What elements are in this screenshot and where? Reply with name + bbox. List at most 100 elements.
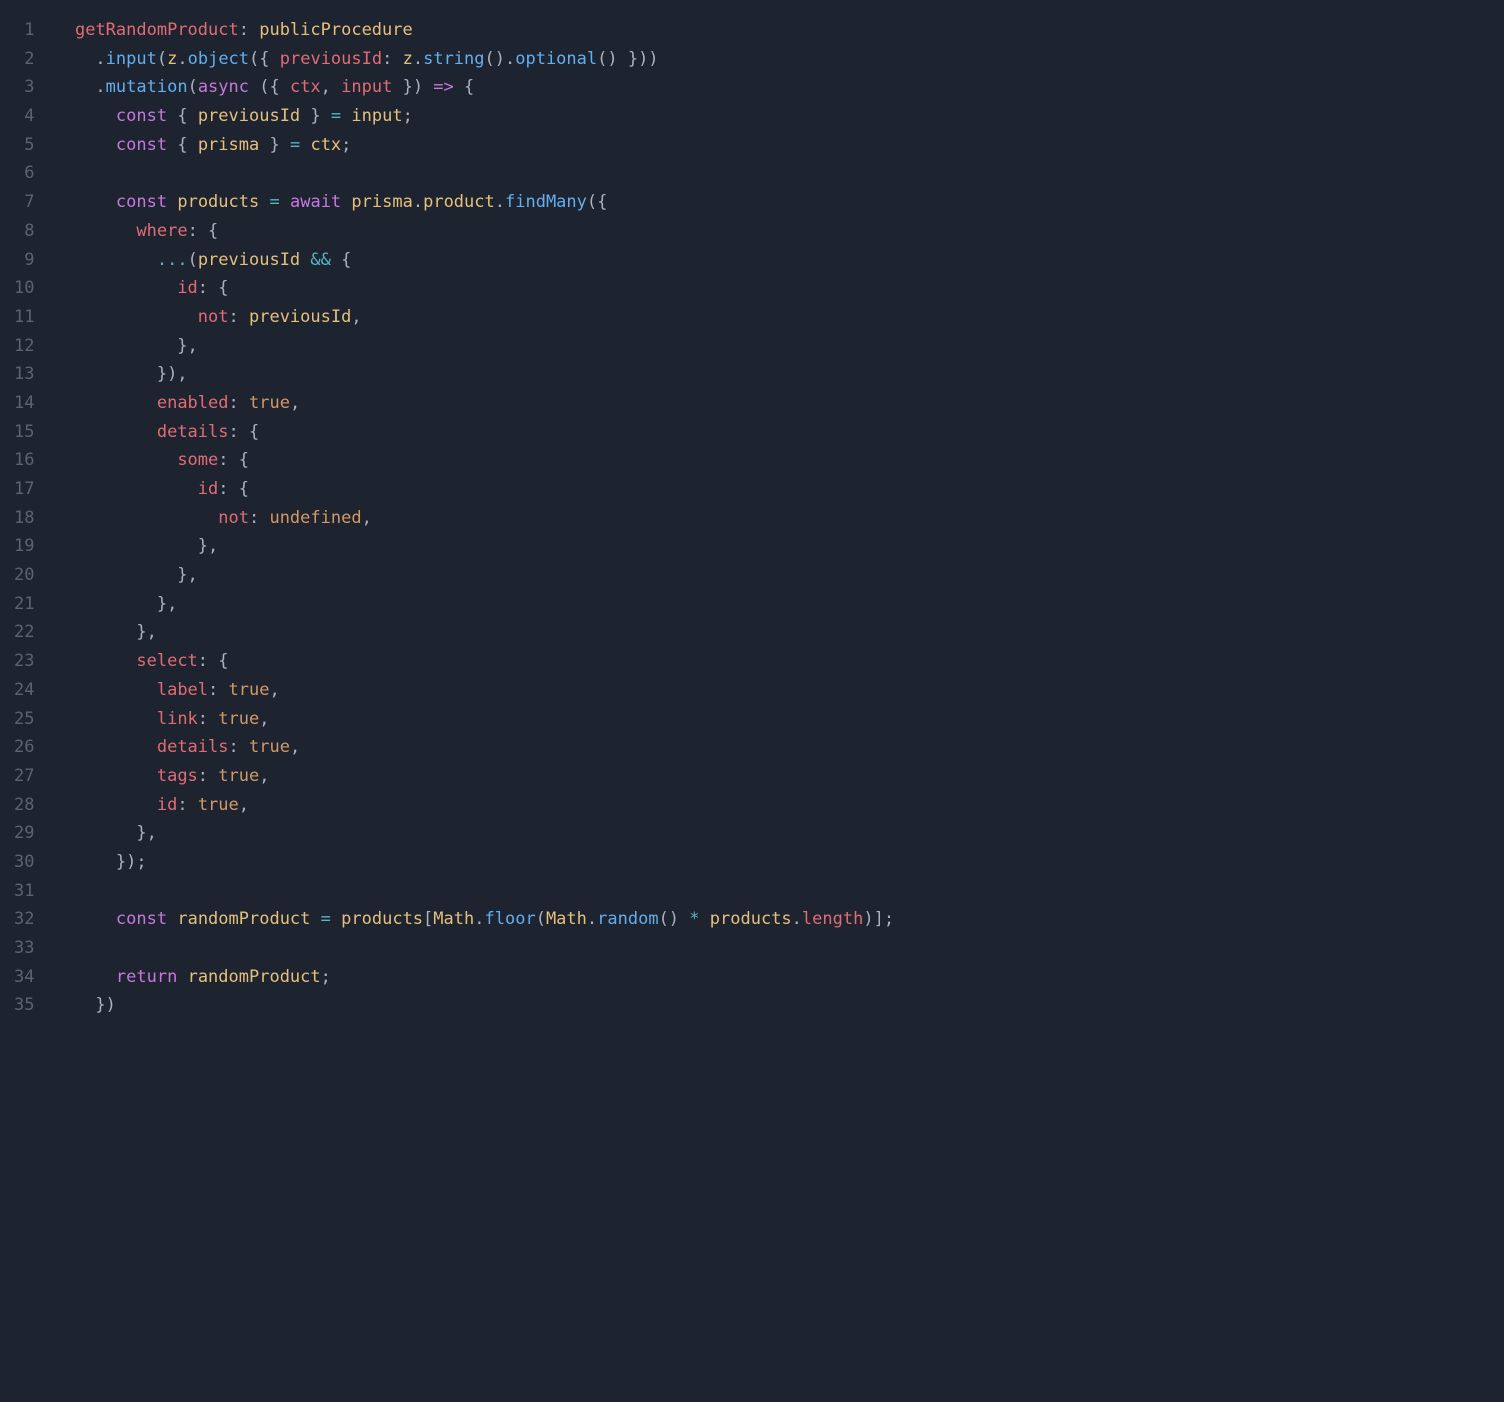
code-editor[interactable]: 1234567891011121314151617181920212223242… [0,16,1504,1020]
code-line[interactable]: select: { [54,647,1504,676]
line-number: 21 [14,590,34,619]
code-token: prisma [198,135,259,155]
code-line[interactable]: const products = await prisma.product.fi… [54,188,1504,217]
code-line[interactable]: getRandomProduct: publicProcedure [54,16,1504,45]
code-token: not [218,508,249,528]
code-line[interactable] [54,934,1504,963]
code-token: , [259,766,269,786]
code-token: }) [54,995,115,1015]
code-line[interactable] [54,159,1504,188]
code-token: mutation [106,77,188,97]
code-token: previousId [249,307,351,327]
code-token: . [587,909,597,929]
code-token [54,766,156,786]
line-number: 6 [14,159,34,188]
code-token: not [198,307,229,327]
code-token: ({ [587,192,607,212]
code-token: products [710,909,792,929]
code-token [54,651,136,671]
code-token [54,393,156,413]
line-number: 2 [14,45,34,74]
code-token: : [229,393,249,413]
code-token: tags [157,766,198,786]
code-token: return [116,967,177,987]
code-line[interactable]: tags: true, [54,762,1504,791]
code-token: z [403,49,413,69]
code-token: length [802,909,863,929]
code-line[interactable]: details: { [54,418,1504,447]
code-token: )]; [863,909,894,929]
code-token: { [331,250,351,270]
code-token: id [198,479,218,499]
code-token [280,192,290,212]
code-line[interactable]: id: { [54,475,1504,504]
code-line[interactable]: id: true, [54,791,1504,820]
code-line[interactable]: details: true, [54,733,1504,762]
line-number: 31 [14,877,34,906]
code-area[interactable]: getRandomProduct: publicProcedure .input… [54,16,1504,1020]
code-token [54,135,115,155]
code-token: }, [54,823,156,843]
code-line[interactable]: }), [54,360,1504,389]
line-number: 22 [14,618,34,647]
code-line[interactable]: .mutation(async ({ ctx, input }) => { [54,73,1504,102]
code-line[interactable]: .input(z.object({ previousId: z.string()… [54,45,1504,74]
code-token [54,307,197,327]
code-token: randomProduct [177,909,310,929]
code-token: ctx [290,77,321,97]
code-token: ({ [249,49,280,69]
line-number-gutter: 1234567891011121314151617181920212223242… [0,16,54,1020]
code-token: : { [198,651,229,671]
code-token: && [310,250,330,270]
line-number: 29 [14,819,34,848]
code-token: details [157,737,229,757]
code-token [300,250,310,270]
code-line[interactable]: id: { [54,274,1504,303]
code-token: (). [485,49,516,69]
code-line[interactable]: some: { [54,446,1504,475]
code-token [54,20,74,40]
code-line[interactable]: const { previousId } = input; [54,102,1504,131]
code-line[interactable]: }, [54,590,1504,619]
code-token: . [54,77,105,97]
code-line[interactable]: }, [54,532,1504,561]
code-token: z [167,49,177,69]
code-line[interactable]: }) [54,991,1504,1020]
code-token: publicProcedure [259,20,413,40]
code-line[interactable]: const { prisma } = ctx; [54,131,1504,160]
code-token: : [249,508,269,528]
code-line[interactable]: ...(previousId && { [54,246,1504,275]
code-token: . [792,909,802,929]
code-token [700,909,710,929]
code-token: Math [546,909,587,929]
code-token: input [341,77,392,97]
code-token: : [177,795,197,815]
code-line[interactable]: }, [54,819,1504,848]
line-number: 5 [14,131,34,160]
code-token: random [597,909,658,929]
code-line[interactable]: return randomProduct; [54,963,1504,992]
code-line[interactable]: not: previousId, [54,303,1504,332]
code-line[interactable] [54,877,1504,906]
code-line[interactable]: }); [54,848,1504,877]
code-line[interactable]: enabled: true, [54,389,1504,418]
line-number: 33 [14,934,34,963]
code-token: }, [54,622,156,642]
code-line[interactable]: }, [54,618,1504,647]
code-line[interactable]: link: true, [54,705,1504,734]
code-line[interactable]: }, [54,561,1504,590]
code-line[interactable]: }, [54,332,1504,361]
code-token [54,422,156,442]
line-number: 20 [14,561,34,590]
line-number: 34 [14,963,34,992]
code-token [54,709,156,729]
code-token: ; [403,106,413,126]
code-line[interactable]: const randomProduct = products[Math.floo… [54,905,1504,934]
code-token: floor [485,909,536,929]
code-line[interactable]: label: true, [54,676,1504,705]
line-number: 4 [14,102,34,131]
code-token [259,192,269,212]
code-token [54,909,115,929]
code-line[interactable]: not: undefined, [54,504,1504,533]
code-line[interactable]: where: { [54,217,1504,246]
